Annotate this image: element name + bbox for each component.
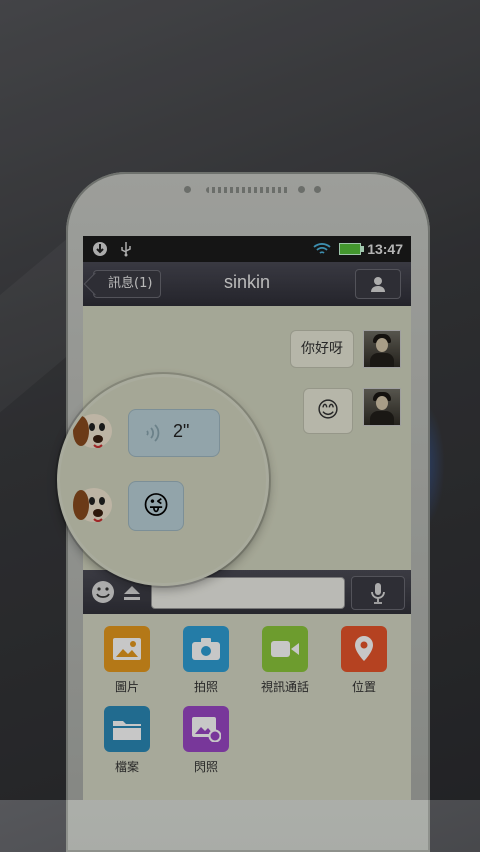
attachment-label: 檔案	[114, 760, 139, 774]
attachment-camera[interactable]: 拍照	[171, 626, 241, 695]
flash-photo-icon	[183, 706, 229, 752]
sound-wave-icon	[146, 424, 160, 442]
download-icon	[91, 240, 109, 258]
attachment-image[interactable]: 圖片	[92, 626, 162, 695]
location-pin-icon	[341, 626, 387, 672]
phone-sensor	[298, 186, 305, 193]
profile-button[interactable]	[355, 269, 401, 299]
video-icon	[262, 626, 308, 672]
usb-icon	[117, 240, 135, 258]
battery-icon	[339, 243, 365, 255]
magnifier-lens: 2" 😜	[57, 374, 269, 586]
phone-sensor	[184, 186, 191, 193]
message-text: 你好呀	[301, 341, 343, 357]
voice-button[interactable]	[351, 576, 405, 610]
attachment-label: 拍照	[193, 680, 218, 694]
attachment-video-call[interactable]: 視訊通話	[250, 626, 320, 695]
message-bubble-outgoing[interactable]: 你好呀	[290, 330, 354, 368]
attachment-label: 圖片	[114, 680, 139, 694]
dog-avatar[interactable]	[68, 407, 116, 455]
title-bar: 訊息(1) sinkin	[83, 262, 411, 306]
attachment-panel: 圖片 拍照 視訊通話 位置 檔案 閃照	[83, 614, 411, 800]
attachment-location[interactable]: 位置	[329, 626, 399, 695]
phone-speaker	[206, 187, 290, 193]
attachment-label: 位置	[351, 680, 376, 694]
emoji-message-bubble[interactable]: 😜	[128, 481, 184, 531]
emoji-message: 😜	[142, 491, 170, 521]
attachment-label: 閃照	[193, 760, 218, 774]
attachment-file[interactable]: 檔案	[92, 706, 162, 775]
camera-icon	[183, 626, 229, 672]
folder-icon	[104, 706, 150, 752]
avatar[interactable]	[363, 388, 401, 426]
message-bubble-outgoing[interactable]: 😊	[303, 388, 353, 434]
clock: 13:47	[367, 241, 403, 257]
wifi-icon	[313, 240, 331, 258]
voice-message-bubble[interactable]: 2"	[128, 409, 220, 457]
status-bar: 13:47	[83, 236, 411, 262]
attachment-label: 視訊通話	[260, 680, 309, 694]
dog-avatar[interactable]	[68, 481, 116, 529]
emoji-icon[interactable]	[91, 580, 115, 608]
avatar[interactable]	[363, 330, 401, 368]
attachment-flash-photo[interactable]: 閃照	[171, 706, 241, 775]
person-icon	[371, 277, 385, 292]
microphone-icon	[371, 583, 385, 604]
image-icon	[104, 626, 150, 672]
voice-duration: 2"	[173, 421, 190, 441]
phone-camera	[314, 186, 321, 193]
expand-icon[interactable]	[121, 581, 143, 607]
emoji-message: 😊	[316, 398, 340, 423]
